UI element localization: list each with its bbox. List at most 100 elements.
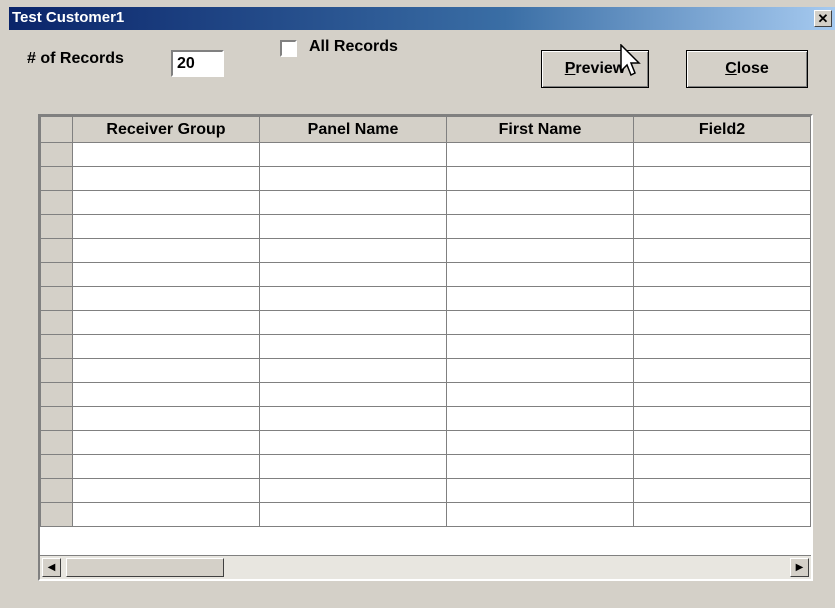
column-header[interactable]: Receiver Group (72, 116, 260, 143)
grid-cell[interactable] (633, 166, 811, 191)
grid-cell[interactable] (633, 142, 811, 167)
table-row[interactable] (40, 286, 811, 311)
table-row[interactable] (40, 310, 811, 335)
grid-cell[interactable] (72, 310, 260, 335)
column-header[interactable]: First Name (446, 116, 634, 143)
grid-cell[interactable] (72, 334, 260, 359)
grid-cell[interactable] (72, 382, 260, 407)
grid-cell[interactable] (446, 214, 634, 239)
grid-cell[interactable] (446, 142, 634, 167)
grid-cell[interactable] (446, 382, 634, 407)
grid-cell[interactable] (633, 262, 811, 287)
row-selector[interactable] (40, 430, 73, 455)
row-selector[interactable] (40, 502, 73, 527)
grid-cell[interactable] (446, 334, 634, 359)
row-selector[interactable] (40, 310, 73, 335)
grid-cell[interactable] (72, 454, 260, 479)
grid-cell[interactable] (446, 358, 634, 383)
grid-cell[interactable] (633, 478, 811, 503)
grid-cell[interactable] (633, 430, 811, 455)
row-selector[interactable] (40, 478, 73, 503)
grid-cell[interactable] (259, 142, 447, 167)
grid-cell[interactable] (633, 358, 811, 383)
grid-cell[interactable] (72, 238, 260, 263)
records-grid[interactable]: Receiver Group Panel Name First Name Field2… (38, 114, 813, 581)
grid-cell[interactable] (446, 454, 634, 479)
grid-cell[interactable] (259, 334, 447, 359)
grid-cell[interactable] (633, 406, 811, 431)
grid-cell[interactable] (259, 214, 447, 239)
horizontal-scrollbar[interactable]: ◀ ▶ (40, 555, 811, 579)
table-row[interactable] (40, 382, 811, 407)
row-selector[interactable] (40, 166, 73, 191)
close-button[interactable]: Close (686, 50, 808, 88)
grid-cell[interactable] (259, 358, 447, 383)
all-records-checkbox[interactable] (280, 40, 297, 57)
grid-cell[interactable] (446, 310, 634, 335)
grid-cell[interactable] (259, 166, 447, 191)
grid-cell[interactable] (633, 382, 811, 407)
grid-cell[interactable] (446, 478, 634, 503)
grid-cell[interactable] (72, 166, 260, 191)
records-count-input[interactable]: 20 (171, 50, 224, 77)
grid-cell[interactable] (633, 214, 811, 239)
grid-cell[interactable] (633, 190, 811, 215)
column-header[interactable]: Field2 (633, 116, 811, 143)
grid-cell[interactable] (259, 190, 447, 215)
table-row[interactable] (40, 142, 811, 167)
row-selector[interactable] (40, 358, 73, 383)
grid-cell[interactable] (259, 454, 447, 479)
table-row[interactable] (40, 214, 811, 239)
table-row[interactable] (40, 358, 811, 383)
grid-cell[interactable] (633, 286, 811, 311)
grid-cell[interactable] (446, 286, 634, 311)
grid-cell[interactable] (259, 406, 447, 431)
grid-cell[interactable] (446, 262, 634, 287)
grid-cell[interactable] (72, 214, 260, 239)
table-row[interactable] (40, 478, 811, 503)
grid-cell[interactable] (259, 262, 447, 287)
grid-cell[interactable] (72, 142, 260, 167)
grid-cell[interactable] (633, 238, 811, 263)
close-window-button[interactable]: ✕ (814, 10, 832, 27)
grid-cell[interactable] (72, 286, 260, 311)
grid-cell[interactable] (259, 502, 447, 527)
grid-cell[interactable] (446, 502, 634, 527)
table-row[interactable] (40, 430, 811, 455)
row-selector[interactable] (40, 262, 73, 287)
table-row[interactable] (40, 262, 811, 287)
grid-cell[interactable] (259, 238, 447, 263)
grid-cell[interactable] (446, 166, 634, 191)
grid-cell[interactable] (633, 310, 811, 335)
row-selector[interactable] (40, 286, 73, 311)
scroll-thumb[interactable] (66, 558, 224, 577)
row-selector[interactable] (40, 382, 73, 407)
grid-cell[interactable] (259, 382, 447, 407)
row-selector[interactable] (40, 454, 73, 479)
grid-cell[interactable] (72, 190, 260, 215)
row-selector[interactable] (40, 238, 73, 263)
grid-cell[interactable] (446, 238, 634, 263)
grid-cell[interactable] (72, 478, 260, 503)
scroll-left-button[interactable]: ◀ (42, 558, 61, 577)
grid-cell[interactable] (72, 358, 260, 383)
row-selector[interactable] (40, 214, 73, 239)
grid-cell[interactable] (259, 430, 447, 455)
grid-cell[interactable] (72, 430, 260, 455)
table-row[interactable] (40, 334, 811, 359)
grid-cell[interactable] (633, 502, 811, 527)
grid-cell[interactable] (446, 190, 634, 215)
table-row[interactable] (40, 406, 811, 431)
row-selector[interactable] (40, 190, 73, 215)
grid-cell[interactable] (72, 262, 260, 287)
scroll-right-button[interactable]: ▶ (790, 558, 809, 577)
row-selector[interactable] (40, 334, 73, 359)
table-row[interactable] (40, 190, 811, 215)
table-row[interactable] (40, 502, 811, 527)
grid-cell[interactable] (633, 454, 811, 479)
table-row[interactable] (40, 454, 811, 479)
grid-cell[interactable] (72, 406, 260, 431)
grid-cell[interactable] (259, 310, 447, 335)
title-bar[interactable]: Test Customer1 ✕ (9, 7, 835, 30)
table-row[interactable] (40, 238, 811, 263)
